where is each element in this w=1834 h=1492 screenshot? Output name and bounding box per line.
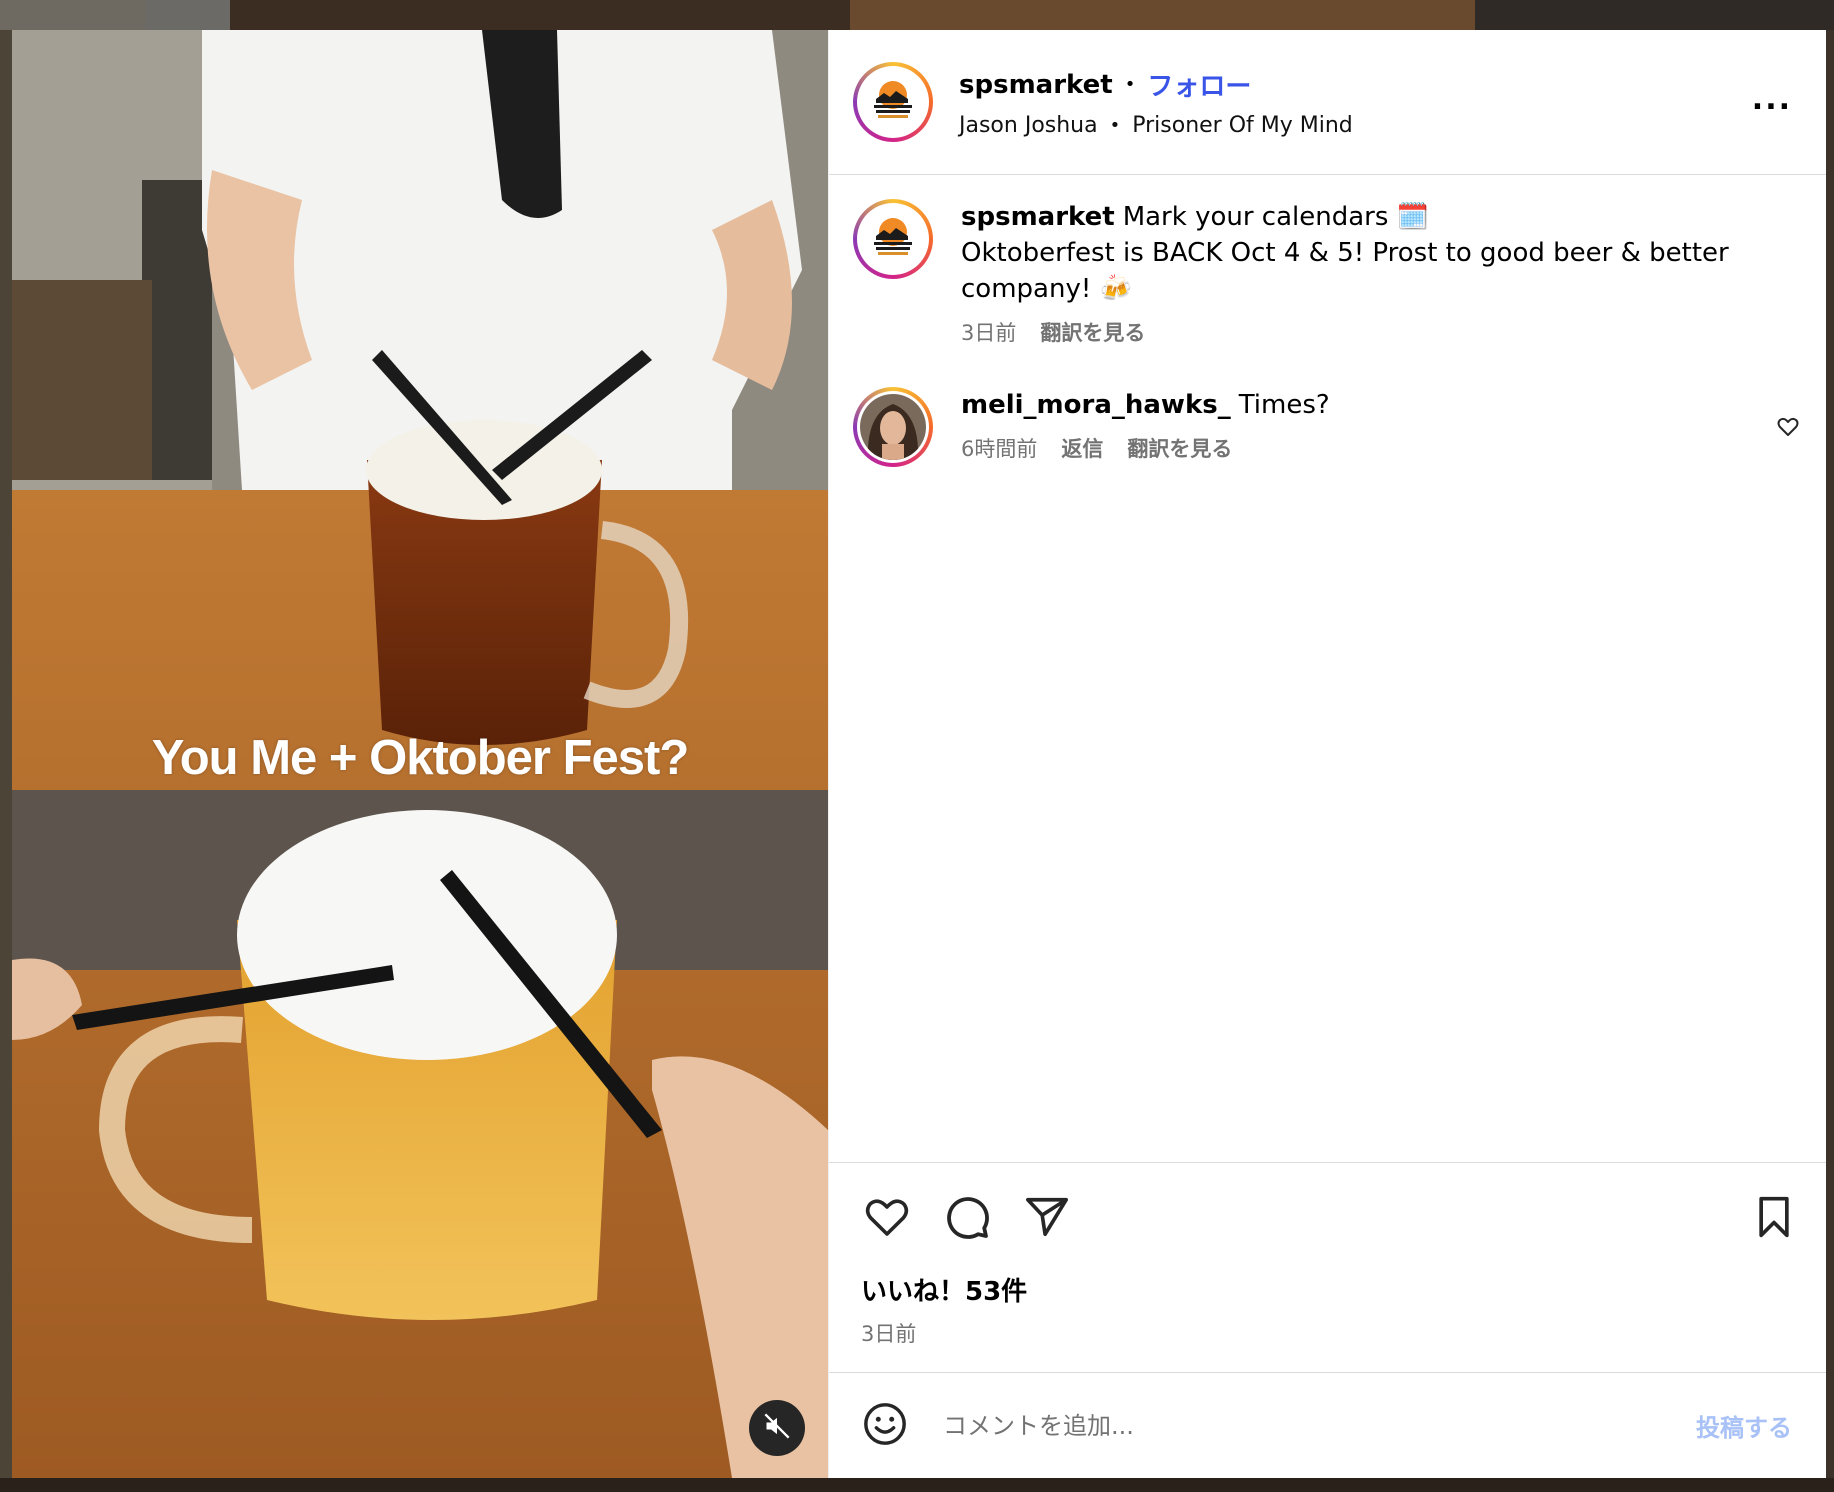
post-actions: いいね！53件 3日前 [829,1162,1826,1372]
paper-plane-icon [1024,1194,1070,1244]
audio-attribution[interactable]: Jason Joshua • Prisoner Of My Mind [959,113,1353,138]
like-button[interactable] [861,1193,913,1245]
caption-text-line2: Oktoberfest is BACK Oct 4 & 5! Prost to … [961,238,1729,304]
speaker-muted-icon [763,1412,791,1444]
comment-input[interactable] [941,1410,1696,1441]
comment-like-button[interactable] [1776,415,1800,443]
emoji-button[interactable] [861,1402,909,1450]
see-translation-button[interactable]: 翻訳を見る [1040,317,1145,347]
comment-timestamp[interactable]: 6時間前 [961,433,1037,463]
more-horizontal-icon: ... [1751,82,1792,117]
comment-text: Times? [1238,390,1330,420]
separator-dot: • [1109,115,1121,136]
audio-artist: Jason Joshua [959,113,1098,138]
video-overlay-text: You Me + Oktober Fest? [151,731,690,785]
post-comment-button[interactable]: 投稿する [1696,1408,1792,1443]
commenter-photo [860,394,926,460]
post-side-panel: spsmarket • フォロー Jason Joshua • Prisoner… [828,30,1826,1478]
share-button[interactable] [1021,1193,1073,1245]
comment-button[interactable] [941,1193,993,1245]
post-date[interactable]: 3日前 [861,1318,1800,1348]
caption-text-line1: Mark your calendars 🗓️ [1122,202,1430,232]
author-username[interactable]: spsmarket [959,70,1113,100]
backdrop-tile [230,0,850,30]
comments-section: spsmarket Mark your calendars 🗓️ Oktoberf… [829,175,1826,1162]
add-comment-bar: 投稿する [829,1372,1826,1478]
author-avatar[interactable] [853,62,933,142]
commenter-avatar[interactable] [853,387,933,467]
save-button[interactable] [1748,1193,1800,1245]
more-options-button[interactable]: ... [1752,85,1792,115]
caption-timestamp[interactable]: 3日前 [961,317,1016,347]
speech-bubble-icon [943,1193,991,1245]
follow-button[interactable]: フォロー [1147,66,1251,103]
bookmark-icon [1752,1194,1796,1244]
caption-username[interactable]: spsmarket [961,202,1115,232]
spsmarket-logo-image [860,69,926,135]
backdrop-tile [0,30,12,1492]
see-translation-button[interactable]: 翻訳を見る [1127,433,1232,463]
caption: spsmarket Mark your calendars 🗓️ Oktoberf… [853,199,1800,347]
spsmarket-logo-image [860,206,926,272]
mute-button[interactable] [749,1400,805,1456]
post-video[interactable]: You Me + Oktober Fest? [12,30,828,1478]
comment-item: meli_mora_hawks_ Times? 6時間前 返信 翻訳を見る [853,387,1800,467]
separator-dot: • [1124,74,1136,95]
backdrop-tile [1475,0,1834,30]
heart-outline-icon [863,1193,911,1245]
comment-username[interactable]: meli_mora_hawks_ [961,390,1231,420]
audio-title: Prisoner Of My Mind [1132,113,1353,138]
reply-button[interactable]: 返信 [1061,433,1103,463]
backdrop-tile [1826,30,1834,1492]
caption-author-avatar[interactable] [853,199,933,279]
backdrop-tile [850,0,1475,30]
backdrop-tile [0,0,145,30]
post-modal: You Me + Oktober Fest? spsmarket • フォロー … [12,30,1826,1478]
post-header: spsmarket • フォロー Jason Joshua • Prisoner… [829,30,1826,175]
backdrop-tile [145,0,230,30]
smiley-icon [862,1401,908,1451]
backdrop-tile [0,1478,1834,1492]
likes-count[interactable]: いいね！53件 [861,1271,1800,1308]
heart-outline-icon [1776,417,1800,443]
